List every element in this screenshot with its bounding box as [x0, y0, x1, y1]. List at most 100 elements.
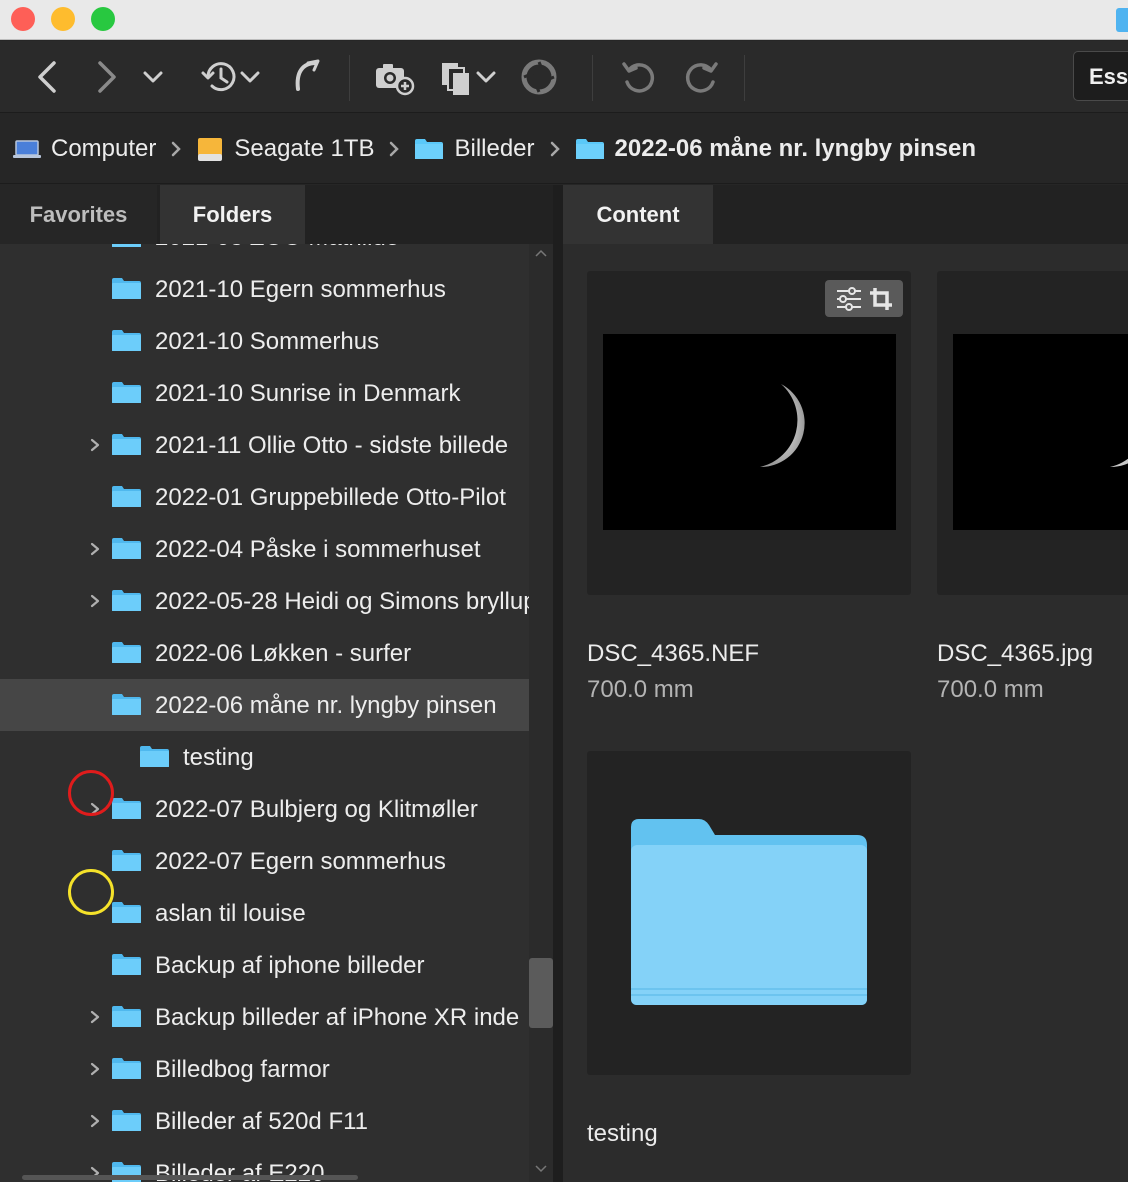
breadcrumb-item-billeder[interactable]: Billeder [414, 134, 535, 163]
disclosure-triangle-icon[interactable] [88, 1007, 102, 1027]
toolbar-separator [592, 55, 593, 101]
folder-icon [111, 1056, 142, 1088]
folder-tree-item[interactable]: 2022-04 Påske i sommerhuset [0, 523, 529, 575]
boomerang-icon [295, 59, 320, 91]
stack-copies-icon [442, 63, 469, 95]
folder-tree-item-label: 2021-10 Sommerhus [155, 328, 380, 355]
breadcrumb-item-computer[interactable]: Computer [13, 135, 156, 163]
forward-button[interactable] [90, 55, 124, 99]
folder-icon [111, 588, 142, 620]
scroll-down-icon [535, 1165, 547, 1173]
item-filename: DSC_4365.jpg [937, 640, 1094, 667]
scrollbar-thumb[interactable] [529, 958, 553, 1028]
rotate-left-button[interactable] [617, 55, 661, 99]
disclosure-triangle-icon[interactable] [88, 1059, 102, 1079]
folder-tree-item-label: 2021-10 Sunrise in Denmark [155, 380, 461, 407]
tab-content[interactable]: Content [563, 185, 713, 244]
folder-tree-item[interactable]: 2021-08 ZOO Mathilde [0, 244, 529, 263]
folder-icon [111, 380, 142, 412]
breadcrumb-item-current-folder[interactable]: 2022-06 måne nr. lyngby pinsen [575, 135, 976, 163]
folder-tree-item[interactable]: Billedbog farmor [0, 1043, 529, 1095]
disclosure-triangle-icon[interactable] [88, 1111, 102, 1131]
moon-image [760, 384, 805, 468]
folder-tree-item[interactable]: 2022-01 Gruppebillede Otto-Pilot [0, 471, 529, 523]
chevron-right-icon [549, 140, 561, 158]
folder-tree-item[interactable]: 2021-10 Egern sommerhus [0, 263, 529, 315]
chevron-down-icon [476, 71, 496, 83]
folder-icon [111, 796, 142, 828]
folder-tree-item[interactable]: 2021-11 Ollie Otto - sidste billede [0, 419, 529, 471]
folder-card[interactable] [587, 751, 911, 1075]
breadcrumb: Computer Seagate 1TB Billeder 2022-06 må… [0, 114, 1128, 184]
photo-thumbnail [603, 334, 896, 530]
panel-divider[interactable] [553, 185, 563, 1182]
window-titlebar [0, 0, 1128, 40]
folder-icon [111, 536, 142, 568]
refine-button[interactable] [432, 55, 502, 99]
clock-history-icon [201, 62, 236, 92]
minimize-window-button[interactable] [51, 7, 75, 31]
zoom-window-button[interactable] [91, 7, 115, 31]
history-dropdown-button[interactable] [140, 55, 166, 99]
open-in-camera-raw-button[interactable] [518, 55, 560, 99]
get-photos-from-camera-button[interactable] [372, 55, 416, 99]
breadcrumb-label: Seagate 1TB [234, 134, 375, 162]
folder-tree-item[interactable]: 2021-10 Sunrise in Denmark [0, 367, 529, 419]
rotate-right-icon [685, 62, 718, 93]
item-filename: testing [587, 1120, 658, 1147]
folder-tree-item-selected[interactable]: 2022-06 måne nr. lyngby pinsen [0, 679, 529, 731]
folder-tree-item[interactable]: 2022-06 Løkken - surfer [0, 627, 529, 679]
folder-tree-item[interactable]: 2021-10 Sommerhus [0, 315, 529, 367]
disclosure-triangle-icon[interactable] [88, 435, 102, 455]
annotation-yellow-circle [68, 869, 114, 915]
folder-icon [111, 640, 142, 672]
folder-tree-item-label: aslan til louise [155, 900, 306, 927]
folder-tree-item-label: 2022-07 Egern sommerhus [155, 848, 446, 875]
disclosure-triangle-icon[interactable] [88, 539, 102, 559]
annotation-red-circle [68, 770, 114, 816]
edit-settings-badge [825, 280, 903, 317]
folder-tree-item[interactable]: 2022-05-28 Heidi og Simons bryllup [0, 575, 529, 627]
folder-tree-scrollbar[interactable] [529, 244, 553, 1182]
breadcrumb-label: Billeder [454, 134, 535, 162]
rotate-right-button[interactable] [679, 55, 723, 99]
chevron-down-icon [240, 71, 260, 83]
breadcrumb-item-seagate[interactable]: Seagate 1TB [196, 135, 374, 163]
thumbnail-card[interactable] [587, 271, 911, 595]
folder-icon [111, 244, 142, 256]
forward-icon [98, 61, 116, 93]
breadcrumb-label: 2022-06 måne nr. lyngby pinsen [614, 134, 977, 162]
back-button[interactable] [30, 55, 64, 99]
close-window-button[interactable] [11, 7, 35, 31]
workspace-essentials-button[interactable]: Ess [1073, 51, 1128, 101]
panel-tab-bar: Favorites Folders [0, 185, 553, 244]
disclosure-triangle-icon[interactable] [88, 591, 102, 611]
item-filename: DSC_4365.NEF [587, 640, 760, 667]
titlebar-edge-element [1116, 8, 1128, 32]
tab-favorites[interactable]: Favorites [0, 185, 157, 244]
scroll-up-icon [535, 249, 547, 257]
toolbar-separator [349, 55, 350, 101]
folder-tree-item-label: Backup af iphone billeder [155, 952, 425, 979]
folder-tree-item-label: Backup billeder af iPhone XR inde [155, 1004, 520, 1031]
folder-icon [139, 744, 170, 776]
return-to-adobe-button[interactable] [285, 55, 325, 99]
item-focal-length: 700.0 mm [937, 676, 1044, 703]
folder-tree-item[interactable]: Backup billeder af iPhone XR inde [0, 991, 529, 1043]
folder-tree-item-label: 2022-06 måne nr. lyngby pinsen [155, 692, 497, 719]
folder-tree-item[interactable]: Backup af iphone billeder [0, 939, 529, 991]
folder-icon [414, 137, 444, 161]
chevron-down-icon [143, 71, 163, 83]
tab-folders[interactable]: Folders [160, 185, 305, 244]
folder-icon [111, 484, 142, 516]
folder-icon [111, 848, 142, 880]
recent-files-button[interactable] [195, 55, 265, 99]
disclosure-triangle-icon[interactable] [88, 244, 102, 247]
folder-tree: 2021-08 ZOO Mathilde 2021-10 Egern sommer… [0, 244, 529, 1182]
folder-icon [111, 328, 142, 360]
folder-tree-item-label: 2022-01 Gruppebillede Otto-Pilot [155, 484, 506, 511]
horizontal-scrollbar[interactable] [22, 1175, 358, 1180]
folder-tree-item[interactable]: Billeder af 520d F11 [0, 1095, 529, 1147]
breadcrumb-label: Computer [51, 134, 157, 162]
thumbnail-card[interactable] [937, 271, 1128, 595]
